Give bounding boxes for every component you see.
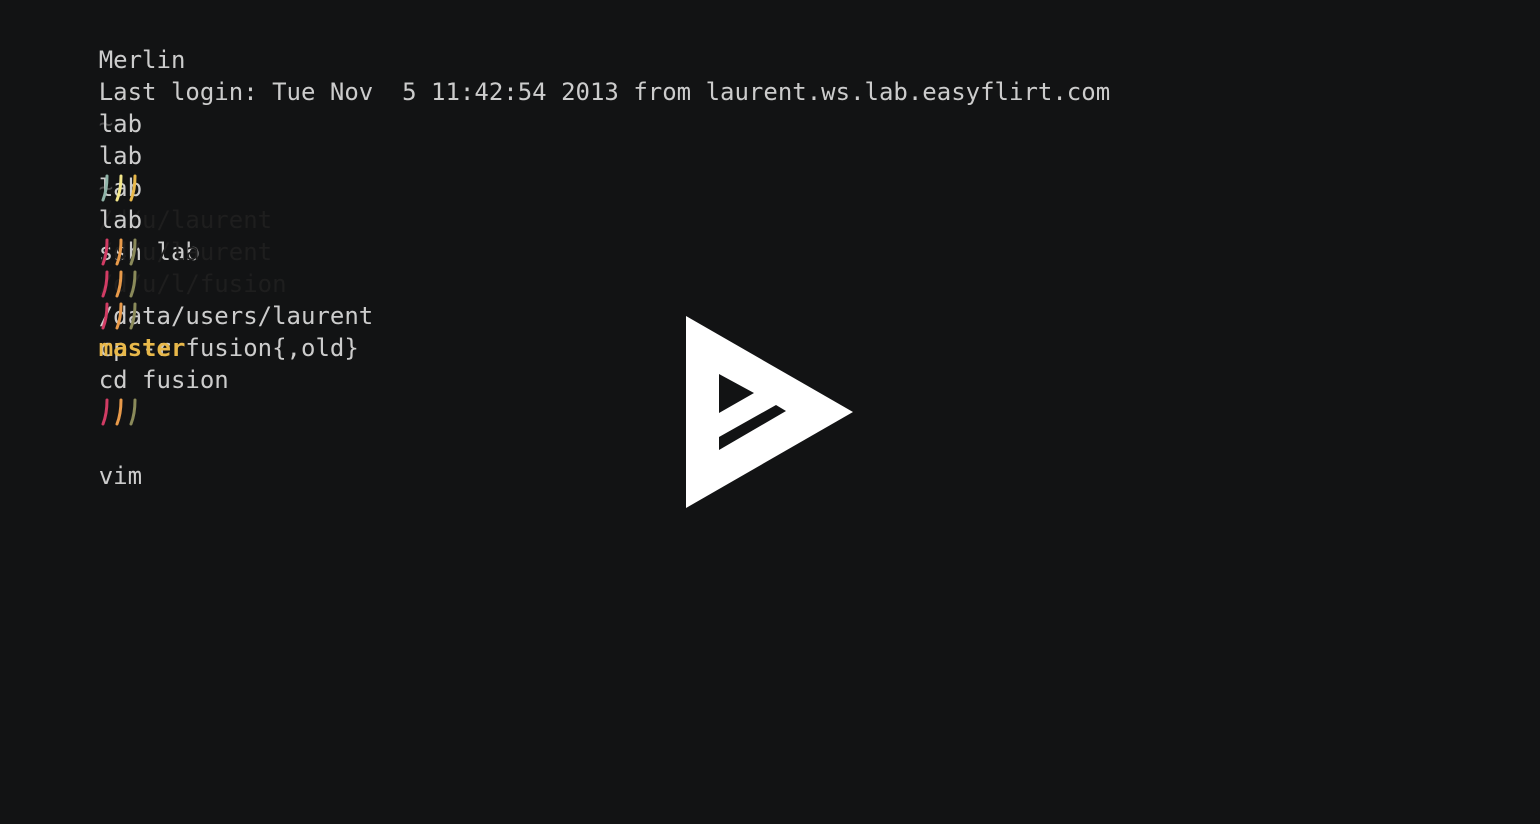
git-branch: master	[98, 334, 186, 362]
terminal-window: Merlin ~ ssh lab Last login: Tue Nov 5 1…	[0, 0, 1540, 824]
prompt-glyph-icon	[99, 396, 139, 428]
prompt-command: vim	[98, 462, 143, 490]
prompt-line: lab /d/u/laurent cp -r fusion{,old}	[12, 108, 1110, 362]
prompt-host: lab	[98, 206, 143, 234]
prompt-glyph-icon	[99, 268, 139, 300]
play-button[interactable]	[686, 316, 854, 508]
prompt-glyph-icon	[99, 236, 139, 268]
prompt-command: /data/users/laurent	[98, 302, 374, 330]
prompt-host: Merlin	[98, 46, 186, 74]
terminal-output: Merlin ~ ssh lab Last login: Tue Nov 5 1…	[12, 12, 1111, 490]
prompt-line: Merlin ~ ssh lab	[12, 12, 1110, 266]
prompt-glyph-icon	[99, 300, 139, 332]
prompt-host: lab	[98, 142, 143, 170]
prompt-command: cd fusion	[98, 366, 229, 394]
prompt-line: lab /d/u/laurent cd fusion	[12, 140, 1110, 394]
prompt-line: lab /d/u/l/fusion master vim	[12, 172, 1110, 490]
login-message: Last login: Tue Nov 5 11:42:54 2013 from…	[98, 78, 1111, 106]
play-icon	[686, 316, 853, 508]
prompt-glyph-icon	[99, 172, 139, 204]
prompt-host: lab	[98, 110, 143, 138]
